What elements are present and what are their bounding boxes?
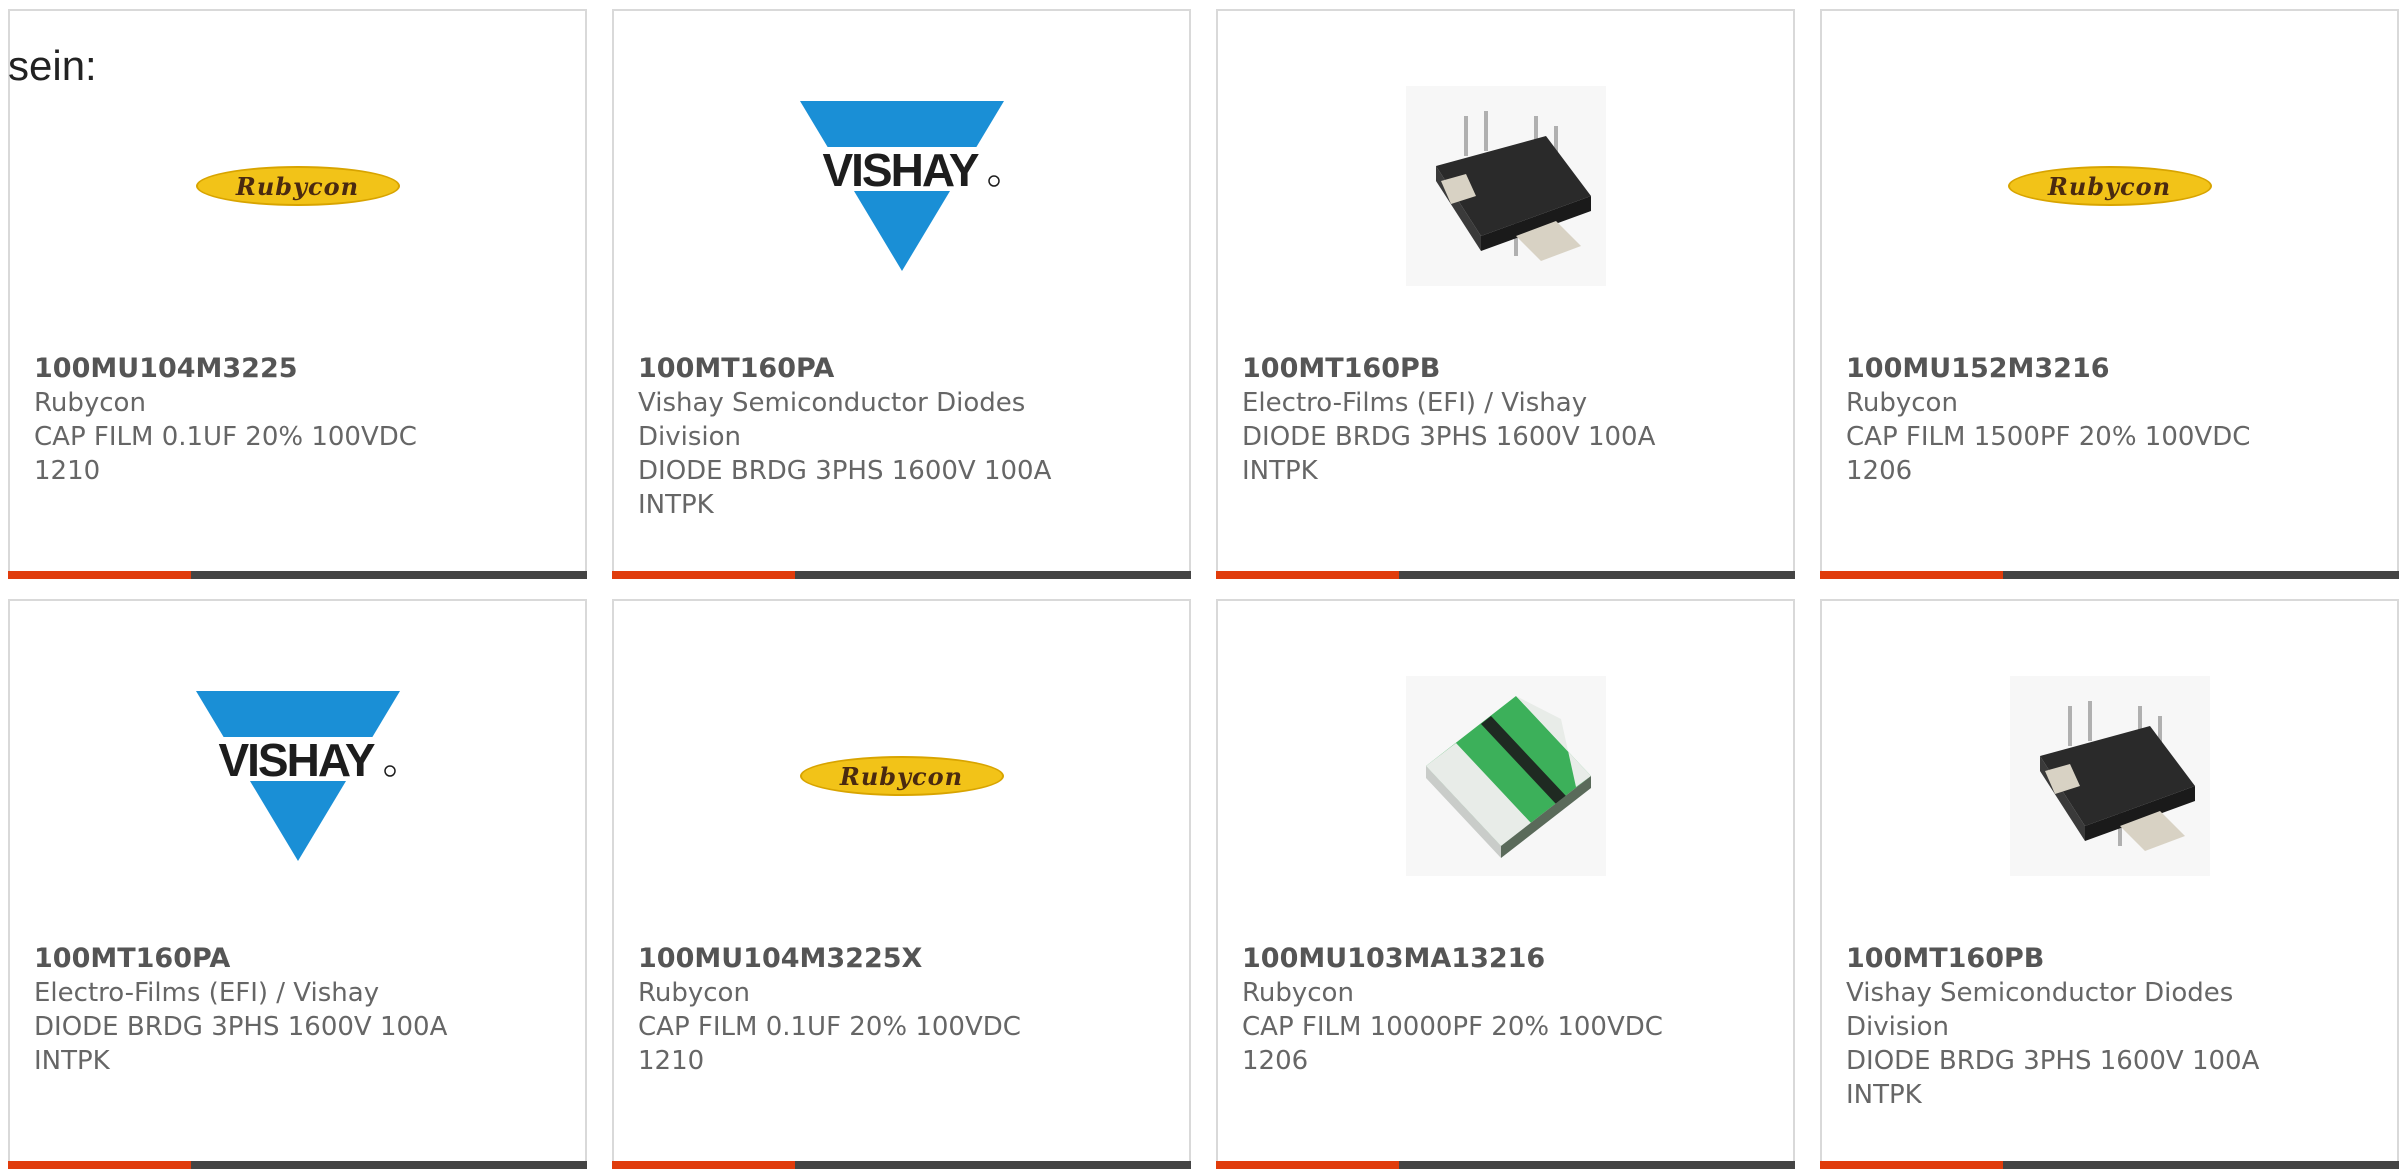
product-image[interactable] — [1218, 661, 1793, 891]
card-bottom-bar — [1820, 571, 2399, 579]
product-card[interactable]: 100MT160PB Electro-Films (EFI) / Vishay … — [1216, 9, 1795, 579]
product-image[interactable]: VISHAY — [614, 71, 1189, 301]
diode-module-photo — [2009, 676, 2210, 876]
description-line: 1206 — [1242, 1046, 1309, 1076]
product-image[interactable]: Rubycon — [614, 661, 1189, 891]
part-number-link[interactable]: 100MT160PB — [1846, 942, 2373, 976]
description-line: DIODE BRDG 3PHS 1600V 100A — [638, 456, 1052, 486]
card-bottom-bar — [1820, 1161, 2399, 1169]
part-number-link[interactable]: 100MU103MA13216 — [1242, 942, 1769, 976]
part-number-link[interactable]: 100MT160PA — [34, 942, 561, 976]
vishay-logo: VISHAY — [195, 691, 400, 861]
manufacturer: Rubycon — [34, 388, 146, 418]
product-image[interactable] — [1822, 661, 2397, 891]
description-line: INTPK — [34, 1046, 110, 1076]
diode-module-photo — [1405, 86, 1606, 286]
manufacturer-line: Division — [638, 422, 742, 452]
card-bottom-bar — [612, 571, 1191, 579]
svg-text:VISHAY: VISHAY — [218, 734, 374, 786]
card-bottom-bar — [8, 1161, 587, 1169]
vishay-logo: VISHAY — [799, 101, 1004, 271]
description-line: DIODE BRDG 3PHS 1600V 100A — [34, 1012, 448, 1042]
product-card[interactable]: Rubycon 100MU152M3216 Rubycon CAP FILM 1… — [1820, 9, 2399, 579]
manufacturer-line: Vishay Semiconductor Diodes — [638, 388, 1026, 418]
part-number-link[interactable]: 100MT160PB — [1242, 352, 1769, 386]
product-grid: Rubycon 100MU104M3225 Rubycon CAP FILM 0… — [8, 9, 2399, 1169]
manufacturer-line: Vishay Semiconductor Diodes — [1846, 978, 2234, 1008]
product-card[interactable]: VISHAY 100MT160PA Vishay Semiconductor D… — [612, 9, 1191, 579]
product-card[interactable]: 100MU103MA13216 Rubycon CAP FILM 10000PF… — [1216, 599, 1795, 1169]
product-card[interactable]: Rubycon 100MU104M3225X Rubycon CAP FILM … — [612, 599, 1191, 1169]
card-bottom-bar — [1216, 1161, 1795, 1169]
description-line: 1210 — [34, 456, 101, 486]
manufacturer: Electro-Films (EFI) / Vishay — [34, 978, 380, 1008]
product-card[interactable]: 100MT160PB Vishay Semiconductor Diodes D… — [1820, 599, 2399, 1169]
card-bottom-bar — [8, 571, 587, 579]
manufacturer-line: Division — [1846, 1012, 1950, 1042]
card-bottom-bar — [1216, 571, 1795, 579]
manufacturer: Electro-Films (EFI) / Vishay — [1242, 388, 1588, 418]
part-number-link[interactable]: 100MU152M3216 — [1846, 352, 2373, 386]
description-line: CAP FILM 0.1UF 20% 100VDC — [638, 1012, 1021, 1042]
manufacturer: Rubycon — [1242, 978, 1354, 1008]
manufacturer: Rubycon — [638, 978, 750, 1008]
part-number-link[interactable]: 100MU104M3225X — [638, 942, 1165, 976]
description-line: CAP FILM 1500PF 20% 100VDC — [1846, 422, 2251, 452]
description-line: INTPK — [1846, 1080, 1922, 1110]
product-image[interactable]: Rubycon — [10, 71, 585, 301]
product-image[interactable]: VISHAY — [10, 661, 585, 891]
intro-text: sein: — [8, 42, 97, 89]
description-line: 1206 — [1846, 456, 1913, 486]
product-image[interactable] — [1218, 71, 1793, 301]
manufacturer: Rubycon — [1846, 388, 1958, 418]
description-line: CAP FILM 10000PF 20% 100VDC — [1242, 1012, 1663, 1042]
film-capacitor-photo — [1405, 676, 1606, 876]
product-image[interactable]: Rubycon — [1822, 71, 2397, 301]
product-card[interactable]: VISHAY 100MT160PA Electro-Films (EFI) / … — [8, 599, 587, 1169]
rubycon-logo: Rubycon — [195, 166, 400, 206]
product-card[interactable]: Rubycon 100MU104M3225 Rubycon CAP FILM 0… — [8, 9, 587, 579]
description-line: INTPK — [638, 490, 714, 520]
description-line: INTPK — [1242, 456, 1318, 486]
part-number-link[interactable]: 100MU104M3225 — [34, 352, 561, 386]
svg-text:VISHAY: VISHAY — [822, 144, 978, 196]
description-line: CAP FILM 0.1UF 20% 100VDC — [34, 422, 417, 452]
description-line: 1210 — [638, 1046, 705, 1076]
description-line: DIODE BRDG 3PHS 1600V 100A — [1242, 422, 1656, 452]
description-line: DIODE BRDG 3PHS 1600V 100A — [1846, 1046, 2260, 1076]
rubycon-logo: Rubycon — [799, 756, 1004, 796]
rubycon-logo: Rubycon — [2007, 166, 2212, 206]
part-number-link[interactable]: 100MT160PA — [638, 352, 1165, 386]
card-bottom-bar — [612, 1161, 1191, 1169]
